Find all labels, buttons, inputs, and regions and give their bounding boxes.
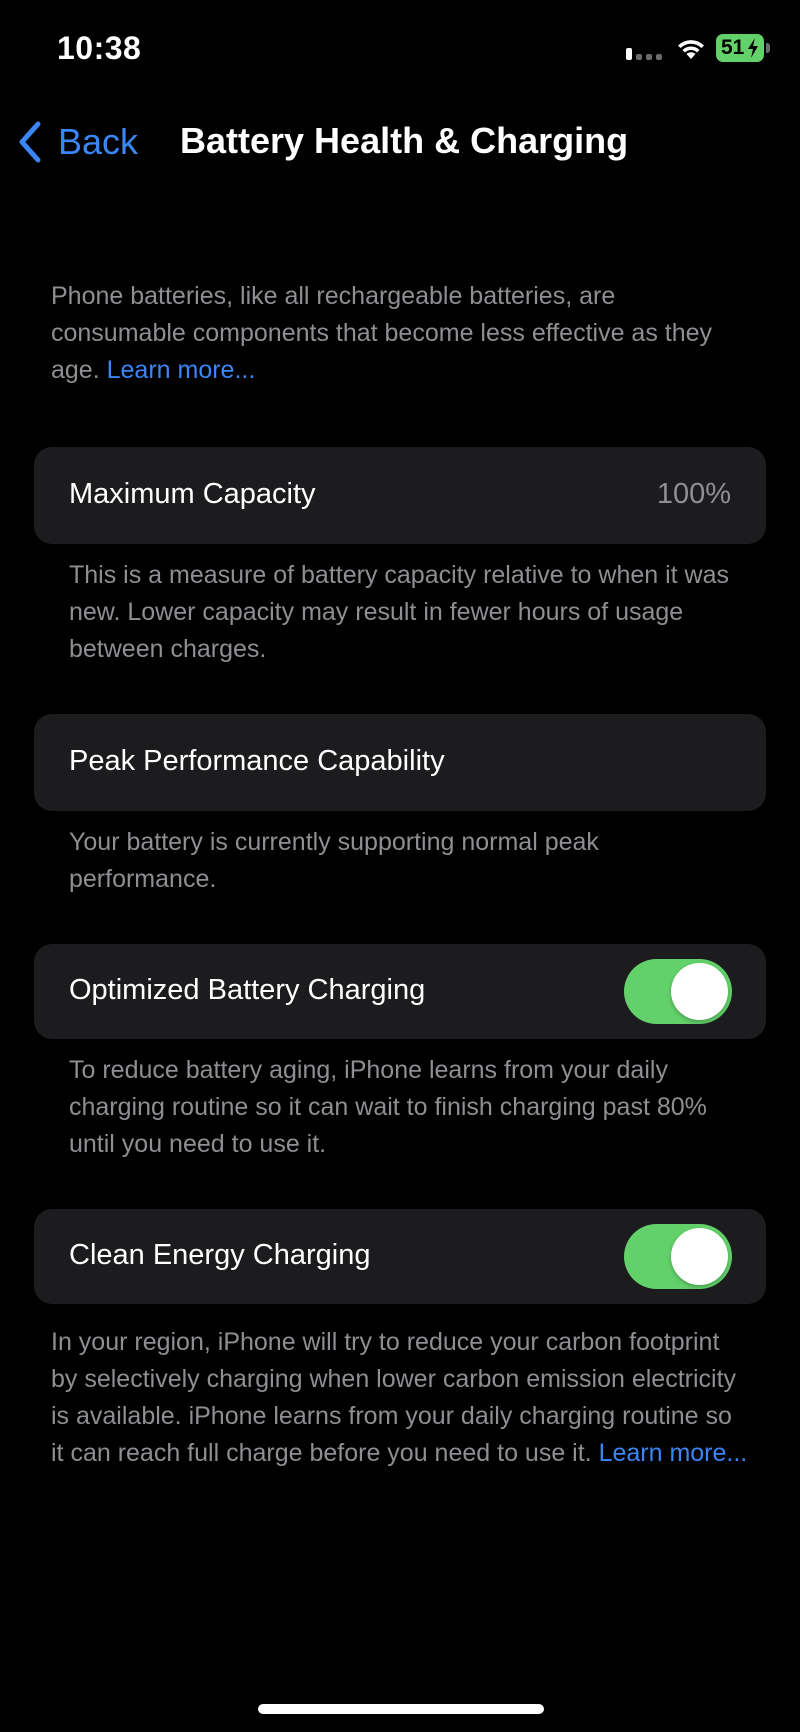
status-time: 10:38 xyxy=(57,30,142,66)
peak-performance-footnote: Your battery is currently supporting nor… xyxy=(69,828,599,893)
back-label: Back xyxy=(58,121,139,162)
home-indicator[interactable] xyxy=(258,1704,544,1714)
charging-bolt-icon xyxy=(748,38,758,58)
maximum-capacity-row: Maximum Capacity 100% xyxy=(34,447,766,544)
peak-performance-label: Peak Performance Capability xyxy=(69,745,445,777)
maximum-capacity-footnote: This is a measure of battery capacity re… xyxy=(69,561,730,663)
back-button[interactable]: Back xyxy=(16,118,138,166)
learn-more-link[interactable]: Learn more... xyxy=(107,356,256,384)
toggle-knob xyxy=(671,1228,728,1285)
clean-energy-row: Clean Energy Charging xyxy=(34,1209,766,1304)
optimized-charging-row: Optimized Battery Charging xyxy=(34,944,766,1039)
maximum-capacity-label: Maximum Capacity xyxy=(69,478,316,510)
cellular-signal-icon xyxy=(626,48,662,60)
intro-description: Phone batteries, like all rechargeable b… xyxy=(51,278,741,389)
clean-energy-learn-more-link[interactable]: Learn more... xyxy=(599,1439,748,1467)
peak-performance-row[interactable]: Peak Performance Capability xyxy=(34,714,766,811)
wifi-icon xyxy=(678,40,704,59)
page-title: Battery Health & Charging xyxy=(180,120,629,161)
battery-icon: 51 xyxy=(716,34,770,64)
optimized-charging-label: Optimized Battery Charging xyxy=(69,974,426,1006)
clean-energy-toggle[interactable] xyxy=(624,1224,732,1289)
optimized-charging-toggle[interactable] xyxy=(624,959,732,1024)
status-bar: 10:38 51 xyxy=(0,0,800,100)
chevron-left-icon xyxy=(19,121,41,163)
battery-cap xyxy=(766,43,770,53)
toggle-knob xyxy=(671,963,728,1020)
clean-energy-footnote: In your region, iPhone will try to reduc… xyxy=(51,1324,751,1472)
optimized-charging-footnote: To reduce battery aging, iPhone learns f… xyxy=(69,1056,707,1158)
navigation-bar: Back Battery Health & Charging xyxy=(0,100,800,184)
clean-energy-label: Clean Energy Charging xyxy=(69,1239,371,1271)
maximum-capacity-value: 100% xyxy=(656,478,731,510)
